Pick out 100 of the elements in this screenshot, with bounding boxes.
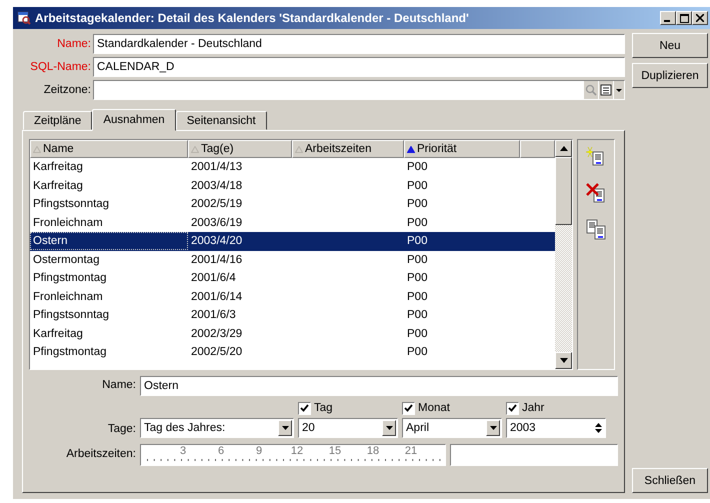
table-cell-text: P00 (406, 346, 428, 358)
checkbox[interactable] (298, 402, 311, 414)
field-label: SQL-Name: (29, 61, 92, 73)
maximize-icon (680, 14, 688, 22)
text-field[interactable] (450, 444, 618, 466)
field-label: Tage: (106, 423, 136, 437)
column-header[interactable]: Name (30, 140, 188, 158)
minimize-button[interactable] (660, 11, 676, 25)
scrollbar[interactable] (555, 140, 572, 369)
sort-arrow-icon (33, 146, 41, 152)
table-cell: Ostern (30, 232, 188, 250)
lookup-field[interactable] (93, 80, 625, 100)
ruler-label: 15 (328, 445, 342, 458)
table-row[interactable]: Ostern 2003/4/20 P00 (30, 232, 555, 250)
text-field[interactable]: Standardkalender - Deutschland (93, 34, 625, 54)
table-cell-text: Pfingstmontag (32, 346, 108, 358)
dropdown-arrow-icon (386, 426, 392, 430)
table-row[interactable]: Pfingstsonntag 2001/6/3 P00 (30, 306, 555, 324)
dropdown-arrow-icon (490, 426, 496, 430)
close-icon (696, 14, 704, 22)
checkbox-label: Tag (314, 402, 333, 414)
time-ruler[interactable]: 3 6 9 12 15 18 21 (140, 444, 446, 466)
table-cell-text: 2001/6/3 (190, 309, 237, 322)
field-label: Name: (101, 378, 136, 392)
maximize-button[interactable] (676, 11, 692, 25)
checkbox-label: Jahr (522, 402, 544, 414)
delete-document-icon (585, 182, 607, 204)
text-field[interactable]: CALENDAR_D (93, 57, 625, 77)
table-row[interactable]: Fronleichnam 2003/6/19 P00 (30, 214, 555, 232)
close-dialog-button[interactable]: Schließen (632, 468, 708, 493)
ruler-label: 21 (404, 445, 418, 458)
table-cell-text: P00 (406, 272, 428, 284)
column-header[interactable]: Priorität (404, 140, 520, 158)
table-cell-text: Karfreitag (32, 180, 84, 192)
table-cell-text: Fronleichnam (32, 216, 104, 229)
table-row[interactable]: Ostermontag 2001/4/16 P00 (30, 250, 555, 269)
spinner-field[interactable]: 2003 (506, 418, 606, 438)
table-cell-text: 2001/4/13 (190, 161, 244, 174)
table-row[interactable]: Pfingstsonntag 2002/5/19 P00 (30, 195, 555, 214)
table-cell-text: P00 (406, 216, 428, 229)
table-row[interactable]: Pfingstmontag 2002/5/20 P00 (30, 343, 555, 362)
sort-arrow-icon (191, 146, 199, 152)
tab[interactable]: Seitenansicht (176, 111, 267, 130)
table-row[interactable]: Pfingstmontag 2001/6/4 P00 (30, 269, 555, 288)
sort-arrow-icon (407, 146, 415, 152)
dropdown[interactable]: April (402, 418, 502, 438)
dropdown-arrow-icon (282, 426, 288, 430)
action-button[interactable]: Neu (632, 33, 708, 58)
table-cell-text: Pfingstmontag (32, 272, 108, 284)
ruler-label: 3 (178, 445, 188, 458)
table-cell-text: P00 (406, 290, 428, 303)
check-icon (404, 404, 413, 412)
field-label: Arbeitszeiten: (65, 448, 136, 462)
ruler-label: 6 (216, 445, 226, 458)
checkbox[interactable] (402, 402, 415, 414)
table-cell-text: 2002/5/19 (190, 198, 244, 210)
table-cell-text: Karfreitag (32, 161, 84, 174)
tab[interactable]: Zeitpläne (23, 111, 92, 130)
table-cell-text: P00 (406, 235, 428, 248)
check-icon (300, 404, 309, 412)
table-cell-text: Karfreitag (32, 328, 84, 340)
table-cell-text: 2002/3/29 (190, 328, 244, 340)
text-field[interactable]: Ostern (140, 376, 618, 396)
field-label: Name: (56, 38, 92, 50)
table-cell-text: Pfingstsonntag (32, 309, 110, 322)
check-icon (508, 404, 517, 412)
column-header[interactable]: Tag(e) (188, 140, 292, 158)
table-cell-text: Pfingstsonntag (32, 198, 110, 210)
table-cell-text: Ostermontag (32, 254, 100, 266)
table-row[interactable]: Fronleichnam 2001/6/14 P00 (30, 288, 555, 306)
table-cell-text: 2003/6/19 (190, 216, 244, 229)
table-cell-text: P00 (406, 309, 428, 322)
table-cell-text: P00 (406, 328, 428, 340)
table-row[interactable]: Karfreitag 2003/4/18 P00 (30, 176, 555, 195)
table-cell-text: P00 (406, 180, 428, 192)
form-icon[interactable] (599, 81, 613, 99)
window-title: Arbeitstagekalender: Detail des Kalenders 'Standardkalender - Deutschland' (35, 11, 470, 25)
ruler-label: 18 (366, 445, 380, 458)
table-cell-text: 2001/6/4 (190, 272, 237, 284)
table-cell-text: 2001/6/14 (190, 290, 244, 303)
close-button[interactable] (692, 11, 708, 25)
copy-documents-icon (585, 218, 607, 240)
down-arrow-icon (560, 358, 568, 363)
table-cell-text: P00 (406, 254, 428, 266)
table-row[interactable]: Karfreitag 2002/3/29 P00 (30, 324, 555, 343)
checkbox[interactable] (506, 402, 519, 414)
ruler-label: 9 (254, 445, 264, 458)
table-cell-text: 2002/5/20 (190, 346, 244, 358)
table-row[interactable]: Karfreitag 2001/4/13 P00 (30, 158, 555, 176)
tab[interactable]: Ausnahmen (92, 109, 176, 131)
action-button[interactable]: Duplizieren (632, 63, 708, 88)
column-header[interactable]: Arbeitszeiten (292, 140, 404, 158)
table-cell-text: P00 (406, 161, 428, 174)
dropdown[interactable]: Tag des Jahres: (140, 418, 294, 438)
table-cell-text: Fronleichnam (32, 290, 104, 303)
table-cell-text: 2001/4/16 (190, 254, 244, 266)
calendar-search-icon (17, 11, 31, 25)
dropdown[interactable]: 20 (298, 418, 398, 438)
up-arrow-icon (560, 146, 568, 151)
checkbox-label: Monat (418, 402, 450, 414)
